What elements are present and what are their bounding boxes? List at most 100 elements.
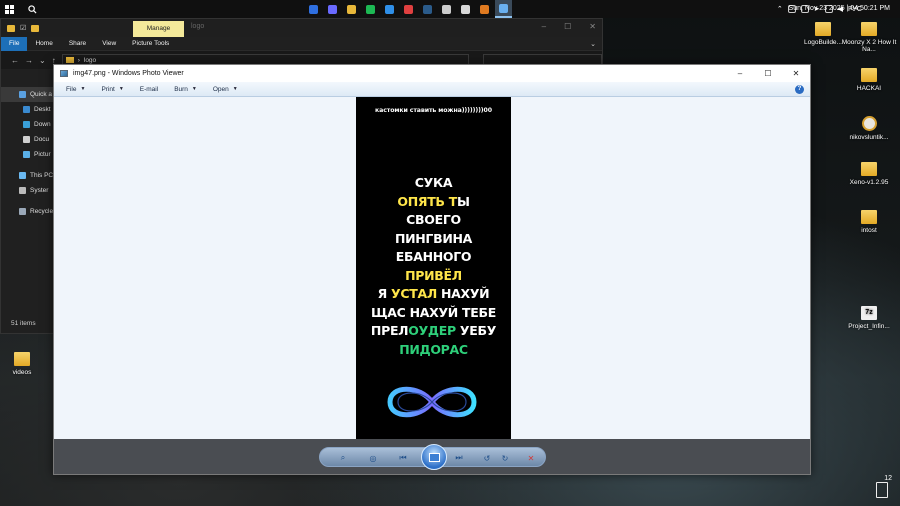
manage-tab[interactable]: Manage bbox=[133, 21, 184, 37]
image-text-segment: ПРИВЁЛ bbox=[405, 267, 462, 283]
image-text-line: ПИНГВИНА bbox=[356, 230, 511, 249]
nav-item-label: Docu bbox=[34, 136, 50, 143]
desktop-icon[interactable]: HACKAI bbox=[838, 68, 900, 92]
recycle-bin-icon[interactable] bbox=[876, 482, 888, 498]
nav-item[interactable]: Quick a bbox=[1, 87, 53, 102]
ribbon-tab-share[interactable]: Share bbox=[61, 37, 94, 51]
nav-item-label: Down bbox=[34, 121, 51, 128]
desktop-icon[interactable]: intost bbox=[838, 210, 900, 234]
start-button[interactable] bbox=[0, 0, 18, 18]
nav-item-icon bbox=[23, 151, 30, 158]
image-text-segment: ПИДОРАС bbox=[399, 341, 468, 357]
desktop-icon-label: Project_Infin... bbox=[848, 323, 890, 330]
taskbar-app-vscode[interactable] bbox=[381, 0, 398, 18]
folder-icon bbox=[31, 24, 40, 32]
spotify-icon bbox=[366, 4, 375, 14]
chevron-down-icon[interactable]: ⌄ bbox=[39, 56, 46, 65]
desktop-icon-label: Xeno-v1.2.95 bbox=[849, 179, 889, 186]
desktop-icon[interactable]: videos bbox=[0, 352, 53, 376]
image-canvas[interactable]: кастомки ставить можна))))))))00 СУКА ОПЯ… bbox=[54, 97, 810, 440]
folder-icon bbox=[14, 352, 30, 366]
nav-item[interactable]: Down bbox=[1, 117, 53, 132]
taskbar-app-app-8[interactable] bbox=[438, 0, 455, 18]
ribbon-tab-picture-tools[interactable]: Picture Tools bbox=[124, 37, 177, 51]
delete-icon[interactable]: ✕ bbox=[524, 451, 538, 465]
displayed-image: кастомки ставить можна))))))))00 СУКА ОПЯ… bbox=[356, 97, 511, 440]
windows-logo-icon bbox=[4, 4, 14, 14]
steam-icon bbox=[423, 4, 432, 14]
taskbar-apps bbox=[305, 0, 512, 18]
taskbar-app-steam[interactable] bbox=[419, 0, 436, 18]
nav-item-label: Quick a bbox=[30, 91, 53, 98]
close-icon[interactable]: ✕ bbox=[782, 65, 810, 82]
nav-item[interactable]: Deskt bbox=[1, 102, 53, 117]
ribbon-tab-home[interactable]: Home bbox=[27, 37, 60, 51]
app-9-icon bbox=[461, 4, 470, 14]
zoom-icon[interactable]: ⌕ bbox=[336, 451, 350, 465]
menu-open[interactable]: Open ▼ bbox=[205, 86, 246, 93]
taskbar-app-app-10[interactable] bbox=[476, 0, 493, 18]
maximize-icon[interactable]: ☐ bbox=[564, 22, 571, 31]
taskbar-app-spotify[interactable] bbox=[362, 0, 379, 18]
nav-item[interactable]: Recycle bbox=[1, 204, 53, 219]
folder-icon bbox=[7, 24, 15, 32]
navigation-pane: Quick a Deskt Down Docu Pictur This PC Syster R… bbox=[1, 87, 53, 219]
image-text-segment: ПРЕЛ bbox=[370, 323, 409, 338]
image-text-line: ПРЕЛОУДЕР УЕБУ bbox=[356, 322, 511, 341]
close-icon[interactable]: ✕ bbox=[589, 22, 596, 31]
taskbar-app-firefox[interactable] bbox=[305, 0, 322, 18]
taskbar-app-photo-viewer[interactable] bbox=[495, 0, 512, 18]
chevron-down-icon[interactable]: ⌄ bbox=[590, 40, 596, 48]
nav-item-icon bbox=[19, 208, 26, 215]
chevron-up-icon[interactable]: ⌃ bbox=[777, 5, 783, 13]
image-text-segment: ЩАС НАХУЙ ТЕБЕ bbox=[371, 304, 496, 320]
image-text-line: ОПЯТЬ ТЫ bbox=[356, 193, 511, 212]
search-button[interactable] bbox=[18, 0, 46, 18]
clock[interactable]: Sun, Nov 23 2025 | 04:50:21 PM bbox=[789, 0, 890, 18]
previous-icon[interactable]: ⏮ bbox=[396, 451, 410, 465]
folder-icon bbox=[861, 68, 877, 82]
nav-item[interactable]: Docu bbox=[1, 132, 53, 147]
viewer-window-controls: – ☐ ✕ bbox=[726, 65, 810, 82]
menu-print[interactable]: Print ▼ bbox=[93, 86, 131, 93]
slideshow-button[interactable] bbox=[421, 444, 447, 470]
slideshow-icon bbox=[428, 452, 440, 462]
image-text-line: ПИДОРАС bbox=[356, 341, 511, 360]
taskbar-app-app-2[interactable] bbox=[324, 0, 341, 18]
ribbon-tab-view[interactable]: View bbox=[94, 37, 124, 51]
menu-burn[interactable]: Burn ▼ bbox=[166, 86, 205, 93]
actual-size-icon[interactable]: ◎ bbox=[366, 451, 380, 465]
nav-item[interactable]: Pictur bbox=[1, 147, 53, 162]
desktop-icon[interactable]: 7z Project_Infin... bbox=[838, 306, 900, 330]
rotate-clockwise-icon[interactable]: ↻ bbox=[498, 451, 512, 465]
taskbar-app-app-9[interactable] bbox=[457, 0, 474, 18]
ribbon-tabs: File Home Share View Picture Tools ⌄ bbox=[1, 36, 602, 51]
menu-file[interactable]: File ▼ bbox=[58, 86, 93, 93]
ribbon-tab-file[interactable]: File bbox=[1, 36, 28, 51]
rotate-counterclockwise-icon[interactable]: ↺ bbox=[480, 451, 494, 465]
help-icon[interactable]: ? bbox=[795, 85, 804, 94]
minimize-icon[interactable]: – bbox=[726, 65, 754, 82]
image-text-line: ЕБАННОГО bbox=[356, 248, 511, 267]
desktop-icon[interactable]: Xeno-v1.2.95 bbox=[838, 162, 900, 186]
dropdown-arrow-icon: ▼ bbox=[118, 86, 124, 92]
menu-email[interactable]: E-mail bbox=[132, 86, 166, 93]
maximize-icon[interactable]: ☐ bbox=[754, 65, 782, 82]
back-arrow-icon[interactable]: ← bbox=[11, 56, 19, 65]
nav-item[interactable]: This PC bbox=[1, 168, 53, 183]
minimize-icon[interactable]: – bbox=[542, 22, 546, 31]
dropdown-arrow-icon: ▼ bbox=[80, 86, 86, 92]
quick-access-toolbar-icon[interactable]: ☑ bbox=[20, 24, 26, 32]
nav-item[interactable]: Syster bbox=[1, 183, 53, 198]
nav-item-label: Pictur bbox=[34, 151, 51, 158]
desktop-icon[interactable]: Moonzy X 2 How It Na... bbox=[838, 22, 900, 53]
taskbar-app-record[interactable] bbox=[400, 0, 417, 18]
taskbar-app-folder[interactable] bbox=[343, 0, 360, 18]
next-icon[interactable]: ⏭ bbox=[452, 451, 466, 465]
menu-label: Burn bbox=[174, 85, 188, 93]
forward-arrow-icon[interactable]: → bbox=[25, 56, 33, 65]
desktop-icon-label: Moonzy X 2 How It Na... bbox=[841, 39, 897, 53]
folder-icon bbox=[815, 22, 831, 36]
desktop-icon[interactable]: nikovsluntik... bbox=[838, 116, 900, 141]
image-text-line: ЩАС НАХУЙ ТЕБЕ bbox=[356, 304, 511, 323]
